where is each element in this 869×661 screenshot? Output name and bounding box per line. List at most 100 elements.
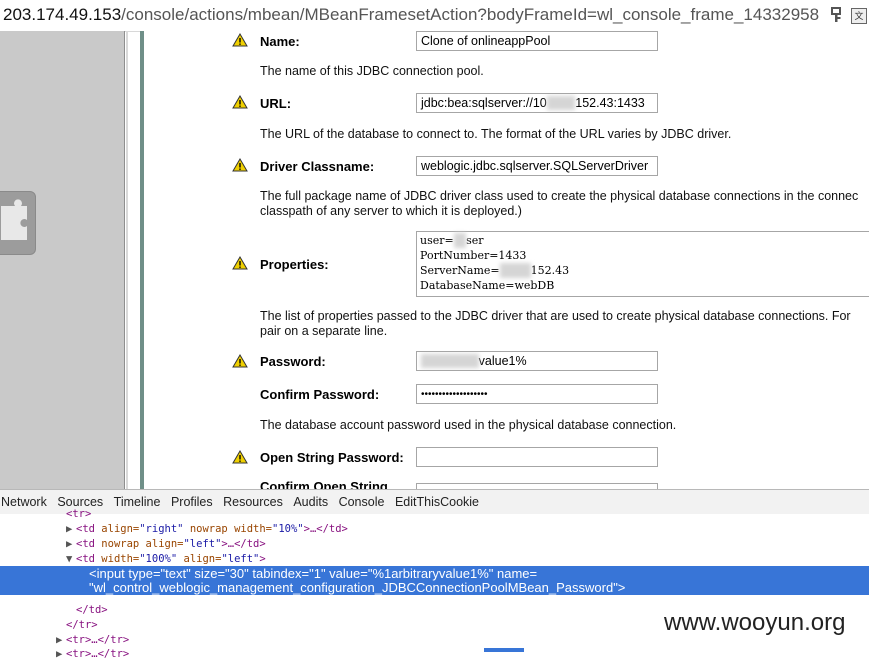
tree-node[interactable]: <tr> — [66, 507, 91, 521]
redacted-blur: %1arbitrar — [421, 354, 479, 368]
confirm-password-label: Confirm Password: — [260, 387, 380, 402]
watermark: www.wooyun.org — [664, 609, 846, 636]
driver-description-line2: classpath of any server to which it is d… — [260, 204, 522, 218]
tab-network[interactable]: Network — [1, 495, 47, 509]
redacted-blur: xxxxx — [499, 263, 531, 278]
tree-node[interactable]: ▶ <td align="right" nowrap width="10%">…<… — [66, 522, 348, 536]
plugin-puzzle-icon — [0, 191, 36, 255]
tag-text: > — [259, 553, 266, 565]
attr-name: align= — [177, 553, 222, 565]
tag-text: <tr>…</tr> — [66, 634, 130, 646]
selected-node-line2: "wl_control_weblogic_management_configur… — [89, 580, 626, 595]
open-string-password-input[interactable] — [416, 447, 658, 467]
tree-node[interactable]: </td> — [76, 603, 108, 617]
redacted-blur: xx.xx — [546, 96, 576, 110]
warning-icon — [232, 158, 248, 172]
url-text[interactable]: 203.174.49.153/console/actions/mbean/MBe… — [3, 5, 819, 25]
open-string-password-label: Open String Password: — [260, 450, 404, 465]
attr-name: nowrap width= — [183, 523, 273, 535]
confirm-password-input[interactable]: ••••••••••••••••••• — [416, 384, 658, 404]
tag-text: </td> — [76, 604, 108, 616]
address-bar[interactable]: 203.174.49.153/console/actions/mbean/MBe… — [0, 0, 869, 32]
tag-text: </tr> — [66, 619, 98, 631]
tag-text: <tr> — [66, 508, 92, 520]
tab-profiles[interactable]: Profiles — [171, 495, 213, 509]
url-description: The URL of the database to connect to. T… — [260, 127, 732, 141]
password-description: The database account password used in th… — [260, 418, 677, 432]
expand-triangle-icon[interactable]: ▶ — [56, 647, 66, 661]
properties-label: Properties: — [260, 257, 329, 272]
jdbc-pool-form: Name: Clone of onlineappPool The name of… — [144, 31, 869, 489]
properties-value: ser — [466, 234, 484, 247]
tab-audits[interactable]: Audits — [293, 495, 328, 509]
url-host: 203.174.49.153 — [3, 5, 122, 24]
tree-node[interactable]: ▶ <td nowrap align="left">…</td> — [66, 537, 266, 551]
name-input[interactable]: Clone of onlineappPool — [416, 31, 658, 51]
tree-node[interactable]: ▶ <tr>…</tr> — [56, 647, 129, 661]
warning-icon — [232, 450, 248, 464]
redacted-blur: xx — [453, 233, 467, 248]
tag-text: <td — [76, 523, 102, 535]
properties-description-line1: The list of properties passed to the JDB… — [260, 309, 851, 323]
tab-resources[interactable]: Resources — [223, 495, 283, 509]
tab-console[interactable]: Console — [339, 495, 385, 509]
properties-textarea[interactable]: user=xxserPortNumber=1433ServerName=xxxx… — [416, 231, 869, 297]
driver-description-line1: The full package name of JDBC driver cla… — [260, 189, 859, 203]
expand-triangle-icon[interactable]: ▶ — [66, 522, 76, 536]
devtools-tabbar: Network Sources Timeline Profiles Resour… — [0, 489, 869, 515]
tag-text: <td — [76, 538, 102, 550]
properties-line: user=xxser — [420, 233, 869, 248]
selected-node-line1: <input type="text" size="30" tabindex="1… — [89, 566, 538, 581]
attr-value: "100%" — [139, 553, 178, 565]
collapse-triangle-icon[interactable]: ▼ — [66, 552, 76, 566]
url-input[interactable]: jdbc:bea:sqlserver://10xx.xx152.43:1433 — [416, 93, 658, 113]
tab-timeline[interactable]: Timeline — [114, 495, 161, 509]
password-input[interactable]: %1arbitrarvalue1% — [416, 351, 658, 371]
tree-node[interactable]: ▶ <tr>…</tr> — [56, 633, 129, 647]
frame-divider[interactable] — [126, 31, 128, 489]
attr-value: "right" — [139, 523, 184, 535]
attr-name: align= — [101, 523, 140, 535]
expand-triangle-icon[interactable]: ▶ — [56, 633, 66, 647]
tag-text: <tr>…</tr> — [66, 648, 130, 660]
name-description: The name of this JDBC connection pool. — [260, 64, 484, 78]
warning-icon — [232, 354, 248, 368]
tag-text: <td — [76, 553, 102, 565]
key-icon[interactable] — [830, 7, 844, 23]
navigation-frame — [0, 31, 125, 489]
password-label: Password: — [260, 354, 326, 369]
tag-text: >…</td> — [221, 538, 266, 550]
tab-editthiscookie[interactable]: EditThisCookie — [395, 495, 479, 509]
scrollbar-thumb[interactable] — [484, 648, 524, 652]
url-value-suffix: 152.43:1433 — [575, 96, 645, 110]
tree-node[interactable]: </tr> — [66, 618, 98, 632]
properties-line: DatabaseName=webDB — [420, 279, 555, 292]
selected-tree-node[interactable]: <input type="text" size="30" tabindex="1… — [0, 566, 869, 595]
properties-key: user= — [420, 234, 454, 247]
driver-classname-input[interactable]: weblogic.jdbc.sqlserver.SQLServerDriver — [416, 156, 658, 176]
warning-icon — [232, 95, 248, 109]
name-label: Name: — [260, 34, 300, 49]
url-label: URL: — [260, 96, 292, 111]
confirm-open-string-label: Confirm Open String — [260, 479, 388, 489]
warning-icon — [232, 256, 248, 270]
url-path: /console/actions/mbean/MBeanFramesetActi… — [121, 5, 820, 24]
url-value-prefix: jdbc:bea:sqlserver://10 — [421, 96, 547, 110]
tag-text: >…</td> — [303, 523, 348, 535]
attr-name: width= — [101, 553, 140, 565]
attr-value: "left" — [221, 553, 260, 565]
password-value-suffix: value1% — [478, 354, 527, 368]
attr-value: "left" — [183, 538, 222, 550]
properties-line: ServerName=xxxxx152.43 — [420, 263, 869, 278]
warning-icon — [232, 33, 248, 47]
driver-classname-label: Driver Classname: — [260, 159, 375, 174]
tree-node[interactable]: ▼ <td width="100%" align="left"> — [66, 552, 266, 566]
expand-triangle-icon[interactable]: ▶ — [66, 537, 76, 551]
translate-icon[interactable]: 文 — [851, 8, 867, 24]
properties-value: 152.43 — [530, 264, 570, 277]
properties-description-line2: pair on a separate line. — [260, 324, 388, 338]
attr-value: "10%" — [272, 523, 304, 535]
properties-line: PortNumber=1433 — [420, 249, 527, 262]
properties-key: ServerName= — [420, 264, 500, 277]
attr-name: nowrap align= — [101, 538, 184, 550]
